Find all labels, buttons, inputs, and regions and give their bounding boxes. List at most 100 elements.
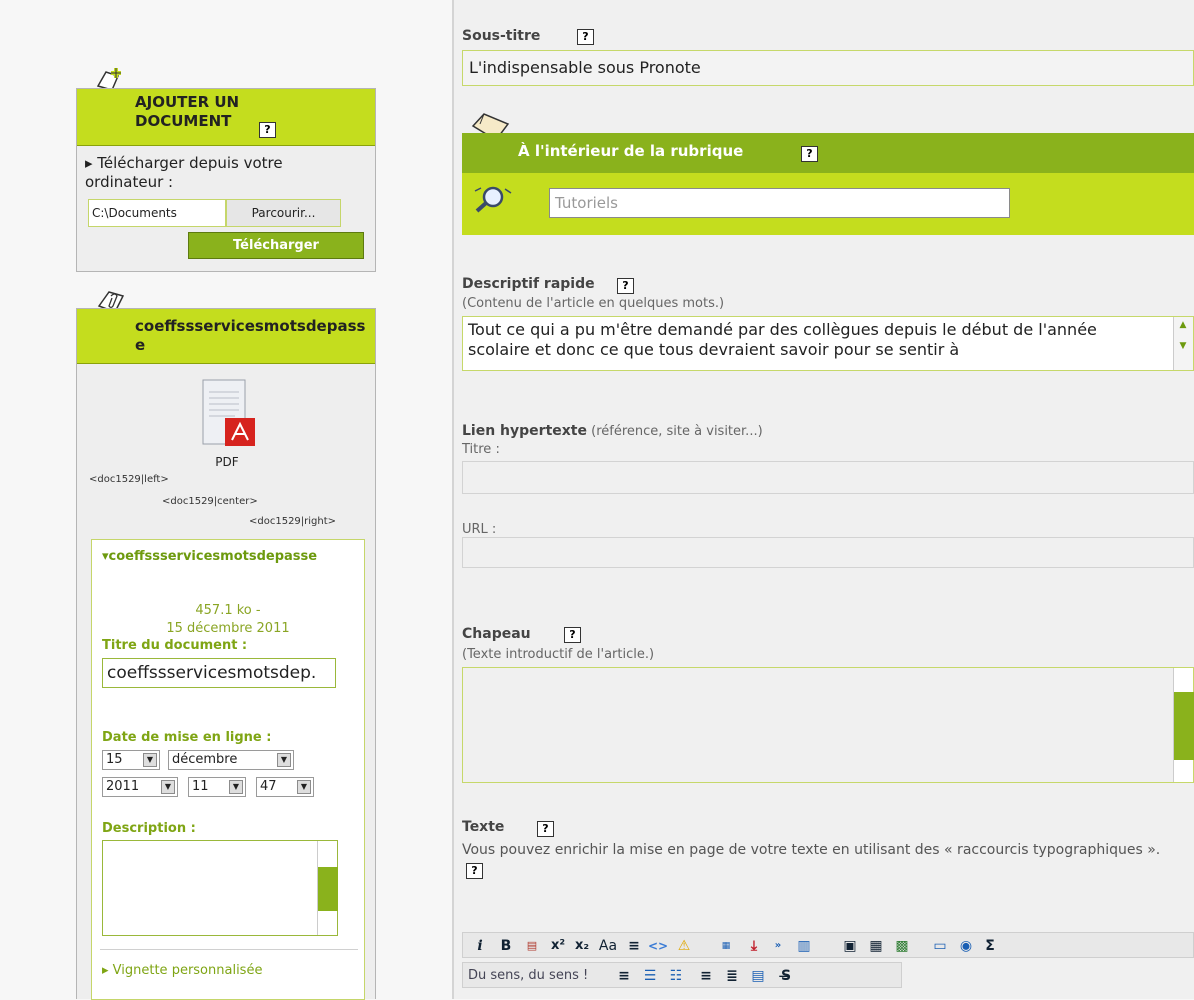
shortcode-right: <doc1529|right> <box>249 516 337 527</box>
align-justify-icon[interactable]: ≡ <box>613 966 635 986</box>
inside-rubric-label: À l'intérieur de la rubrique <box>518 142 744 160</box>
help-icon[interactable]: ? <box>259 122 276 138</box>
description-textarea[interactable] <box>102 840 338 936</box>
browse-button[interactable]: Parcourir... <box>226 199 341 227</box>
year-value: 2011 <box>106 779 140 794</box>
align-center-2-icon[interactable]: ≡ <box>695 966 717 986</box>
minute-select[interactable]: 47 ▼ <box>256 777 314 797</box>
sigma-icon[interactable]: Σ <box>979 936 1001 956</box>
chapeau-textarea[interactable] <box>462 667 1194 783</box>
code-icon[interactable]: <> <box>647 936 669 956</box>
text-hint-text: Vous pouvez enrichir la mise en page de … <box>462 842 1161 858</box>
upload-button[interactable]: Télécharger <box>188 232 364 259</box>
title-field-label: Titre du document : <box>102 638 248 653</box>
image-icon[interactable]: ▣ <box>839 936 861 956</box>
editor-toolbar-2: Du sens, du sens ! ≡ ☰ ☷ ≡ ≣ ▤ S̶ <box>462 962 902 988</box>
document-title: coeffssservicesmotsdepasse <box>77 309 375 364</box>
text-label: Texte <box>462 819 505 835</box>
url-label: URL : <box>462 522 497 537</box>
list-icon[interactable]: ☰ <box>639 966 661 986</box>
upload-from-computer-text: ▸ Télécharger depuis votre ordinateur : <box>85 154 283 191</box>
text-hint: Vous pouvez enrichir la mise en page de … <box>462 840 1182 882</box>
chapeau-label: Chapeau <box>462 626 531 642</box>
year-select[interactable]: 2011 ▼ <box>102 777 178 797</box>
link-url-input[interactable] <box>462 537 1194 568</box>
document-details-panel: ▾coeffssservicesmotsdepasse 457.1 ko - 1… <box>91 539 365 1000</box>
help-icon[interactable]: ? <box>466 863 483 879</box>
chapeau-scrollbar[interactable] <box>1173 668 1194 782</box>
insert-image-icon[interactable]: ▩ <box>891 936 913 956</box>
superscript-icon[interactable]: x² <box>547 936 569 956</box>
strikethrough-icon[interactable]: S̶ <box>775 966 797 986</box>
month-value: décembre <box>172 752 238 767</box>
hour-select[interactable]: 11 ▼ <box>188 777 246 797</box>
quick-description-scrollbar[interactable]: ▲ ▼ <box>1173 317 1193 370</box>
shortcode-center: <doc1529|center> <box>162 496 258 507</box>
link-title-input[interactable] <box>462 461 1194 494</box>
help-icon[interactable]: ? <box>577 29 594 45</box>
download-icon[interactable]: ⤓ <box>743 936 765 956</box>
hour-value: 11 <box>192 779 209 794</box>
warning-icon[interactable]: ⚠ <box>673 936 695 956</box>
search-magnifier-icon[interactable] <box>471 185 513 215</box>
description-scrollbar[interactable] <box>317 841 338 935</box>
hyperlink-hint: (référence, site à visiter...) <box>591 424 763 439</box>
print-icon[interactable]: ▭ <box>929 936 951 956</box>
file-type-label: PDF <box>215 455 239 469</box>
file-size: 457.1 ko - <box>195 603 261 618</box>
help-icon[interactable]: ? <box>564 627 581 643</box>
day-select[interactable]: 15 ▼ <box>102 750 160 770</box>
help-icon[interactable]: ? <box>617 278 634 294</box>
scrollbar-thumb[interactable] <box>318 867 338 911</box>
editor-toolbar: i B ▤ x² x₂ Aa ≡ <> ⚠ ▦ ⤓ » ▥ ▣ ▦ ▩ ▭ ◉ … <box>462 932 1194 958</box>
scroll-down-icon[interactable]: ▼ <box>1176 341 1190 355</box>
shortcode-left: <doc1529|left> <box>89 474 169 485</box>
spip-icon[interactable]: ▦ <box>715 936 737 956</box>
bold-icon[interactable]: B <box>495 936 517 956</box>
quick-description-hint: (Contenu de l'article en quelques mots.) <box>462 296 725 311</box>
divider <box>100 949 358 950</box>
subscript-icon[interactable]: x₂ <box>571 936 593 956</box>
link-title-label: Titre : <box>462 442 500 457</box>
minute-value: 47 <box>260 779 277 794</box>
subtitle-input[interactable]: L'indispensable sous Pronote <box>462 50 1194 86</box>
day-value: 15 <box>106 752 123 767</box>
quick-description-label: Descriptif rapide <box>462 276 595 292</box>
small-caps-icon[interactable]: Aa <box>597 936 619 956</box>
chevron-down-icon: ▼ <box>161 780 175 794</box>
subtitle-label: Sous-titre <box>462 28 540 44</box>
footnote-icon[interactable]: » <box>767 936 789 956</box>
hyperlink-label: Lien hypertexte <box>462 423 587 439</box>
align-right-icon[interactable]: ≣ <box>721 966 743 986</box>
document-name-toggle[interactable]: ▾coeffssservicesmotsdepasse <box>102 548 358 566</box>
scrollbar-thumb[interactable] <box>1174 692 1194 760</box>
quick-description-textarea[interactable]: Tout ce qui a pu m'être demandé par des … <box>462 316 1194 371</box>
book-icon[interactable]: ▥ <box>793 936 815 956</box>
preview-eye-icon[interactable]: ◉ <box>955 936 977 956</box>
hyperlink-heading: Lien hypertexte (référence, site à visit… <box>462 423 763 439</box>
custom-thumbnail-link[interactable]: ▸ Vignette personnalisée <box>102 963 262 978</box>
style-dropdown[interactable]: Du sens, du sens ! <box>468 966 588 986</box>
align-center-icon[interactable]: ≡ <box>623 936 645 956</box>
italic-icon[interactable]: i <box>469 936 491 956</box>
document-date: 15 décembre 2011 <box>166 621 290 636</box>
help-icon[interactable]: ? <box>801 146 818 162</box>
scroll-up-icon[interactable]: ▲ <box>1176 320 1190 334</box>
intertitle-icon[interactable]: ▤ <box>521 936 543 956</box>
pdf-file-icon[interactable] <box>195 378 259 456</box>
chevron-down-icon: ▼ <box>277 753 291 767</box>
rubric-select-input[interactable]: Tutoriels <box>549 188 1010 218</box>
document-title-input[interactable]: coeffssservicesmotsdep. <box>102 658 336 688</box>
numbered-list-icon[interactable]: ☷ <box>665 966 687 986</box>
month-select[interactable]: décembre ▼ <box>168 750 294 770</box>
description-label: Description : <box>102 821 196 836</box>
chapeau-hint: (Texte introductif de l'article.) <box>462 647 655 662</box>
file-path-input[interactable]: C:\Documents <box>88 199 226 227</box>
frame-icon[interactable]: ▤ <box>747 966 769 986</box>
quick-description-text: Tout ce qui a pu m'être demandé par des … <box>468 320 1097 359</box>
online-date-label: Date de mise en ligne : <box>102 730 272 745</box>
chevron-down-icon: ▼ <box>229 780 243 794</box>
help-icon[interactable]: ? <box>537 821 554 837</box>
add-document-panel: AJOUTER UN DOCUMENT ? ▸ Télécharger depu… <box>76 88 376 272</box>
table-icon[interactable]: ▦ <box>865 936 887 956</box>
